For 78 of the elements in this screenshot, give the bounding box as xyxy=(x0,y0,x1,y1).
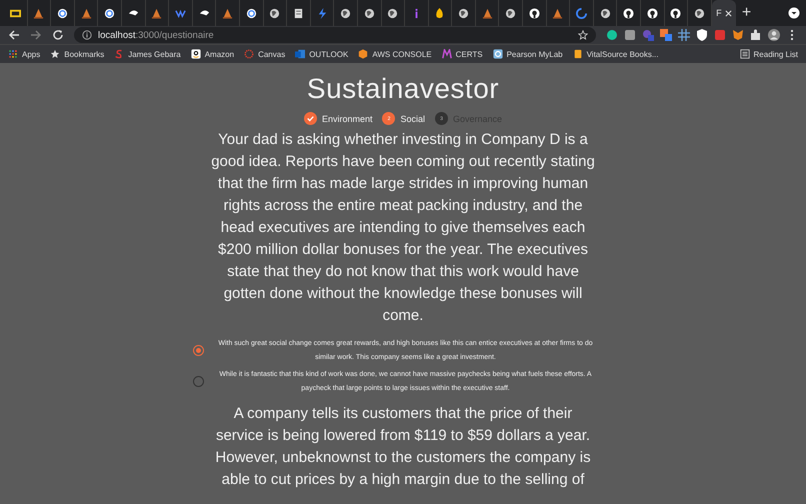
bookmark-favicon-icon xyxy=(114,49,124,59)
favicon-icon xyxy=(387,8,398,18)
favicon-icon xyxy=(482,8,493,18)
favicon-icon xyxy=(33,8,44,18)
radio-button[interactable] xyxy=(193,376,204,387)
avatar-icon[interactable] xyxy=(768,29,780,41)
favicon-icon xyxy=(646,8,658,18)
browser-tab[interactable]: F xyxy=(712,0,736,26)
url-text: localhost:3000/questionaire xyxy=(98,30,214,40)
shield-icon[interactable] xyxy=(696,29,708,41)
favicon-icon xyxy=(600,8,611,18)
favicon-icon xyxy=(434,8,446,18)
info-icon[interactable] xyxy=(82,30,92,40)
bookmark-favicon-icon xyxy=(442,49,452,59)
favicon-icon xyxy=(552,8,564,18)
favicon-icon xyxy=(104,8,116,18)
bookmark-favicon-icon xyxy=(358,49,368,59)
favicon-icon xyxy=(269,8,280,18)
favicon-icon xyxy=(670,8,682,18)
new-tab-button[interactable]: + xyxy=(742,4,752,22)
list-icon xyxy=(740,49,750,59)
reload-icon[interactable] xyxy=(52,29,64,41)
address-bar[interactable]: localhost:3000/questionaire xyxy=(74,27,596,43)
bookmark-link[interactable]: Bookmarks xyxy=(50,49,104,59)
bookmark-favicon-icon xyxy=(295,49,306,59)
favicon-icon xyxy=(174,8,186,18)
extension-icon[interactable] xyxy=(714,29,726,41)
favicon-icon xyxy=(316,8,328,18)
favicon-icon xyxy=(56,8,68,18)
extension-icon[interactable] xyxy=(660,29,672,41)
favicon-icon xyxy=(292,8,304,18)
bookmark-link[interactable]: OUTLOOK xyxy=(295,49,348,59)
favicon-icon xyxy=(151,8,162,18)
favicon-icon xyxy=(222,8,234,18)
favicon-icon xyxy=(10,8,21,18)
bookmark-link[interactable]: Amazon xyxy=(190,49,234,59)
extension-icon[interactable] xyxy=(624,29,636,41)
bookmark-favicon-icon xyxy=(492,49,503,59)
step-label: Social xyxy=(400,114,425,124)
reading-list-button[interactable]: Reading List xyxy=(740,49,798,59)
star-icon[interactable] xyxy=(578,30,588,40)
profile-menu-icon[interactable] xyxy=(788,7,800,19)
bookmark-link[interactable]: James Gebara xyxy=(114,49,181,59)
bookmark-favicon-icon xyxy=(190,49,201,59)
favicon-icon xyxy=(80,8,92,18)
bookmark-link[interactable]: VitalSource Books... xyxy=(572,49,658,59)
fox-icon[interactable] xyxy=(732,29,744,41)
grid-icon[interactable] xyxy=(678,29,690,41)
favicon-icon xyxy=(458,8,470,18)
question-text: A company tells its customers that the price of their service is being lowered from $119 to $59 dollars a year. However, unbeknownst to the customers the company is able to cut prices by a high margin due to the selling of xyxy=(214,404,592,490)
favicon-icon xyxy=(364,8,375,18)
bookmark-link[interactable]: Apps xyxy=(8,49,40,59)
bookmark-favicon-icon xyxy=(244,49,254,59)
favicon-icon xyxy=(246,8,257,18)
bookmark-link[interactable]: Canvas xyxy=(244,49,286,59)
favicon-icon xyxy=(528,8,540,18)
favicon-icon xyxy=(340,8,352,18)
bookmark-link[interactable]: Pearson MyLab xyxy=(492,49,563,59)
radio-button[interactable] xyxy=(193,345,204,356)
bookmark-link[interactable]: AWS CONSOLE xyxy=(358,49,432,59)
favicon-icon xyxy=(576,8,588,18)
favicon-icon xyxy=(623,8,634,18)
favicon-icon xyxy=(505,8,516,18)
favicon-icon xyxy=(128,8,139,18)
bookmark-favicon-icon xyxy=(572,49,583,59)
bookmark-link[interactable]: CERTS xyxy=(442,49,483,59)
question-text: Your dad is asking whether investing in Company D is a good idea. Reports have been coming out recently stating that the firm has made large strides in improving human rights across the entire meat packing industry, and the head executives are intending to give themselves each $200 million dollar bonuses for the year. The executives state that they do not know that this work would have gotten done without the knowledge these bonuses will come. xyxy=(210,130,596,326)
favicon-icon xyxy=(198,8,210,18)
back-arrow-icon[interactable] xyxy=(8,29,20,41)
bookmark-favicon-icon xyxy=(8,49,18,59)
close-icon[interactable] xyxy=(724,10,732,16)
puzzle-icon[interactable] xyxy=(750,29,762,41)
step-label: Environment xyxy=(322,114,372,124)
favicon-icon xyxy=(694,8,706,18)
forward-arrow-icon[interactable] xyxy=(30,29,42,41)
bookmark-favicon-icon xyxy=(50,49,60,59)
app-title: Sustainavestor xyxy=(306,73,500,105)
extension-icon[interactable] xyxy=(606,29,618,41)
